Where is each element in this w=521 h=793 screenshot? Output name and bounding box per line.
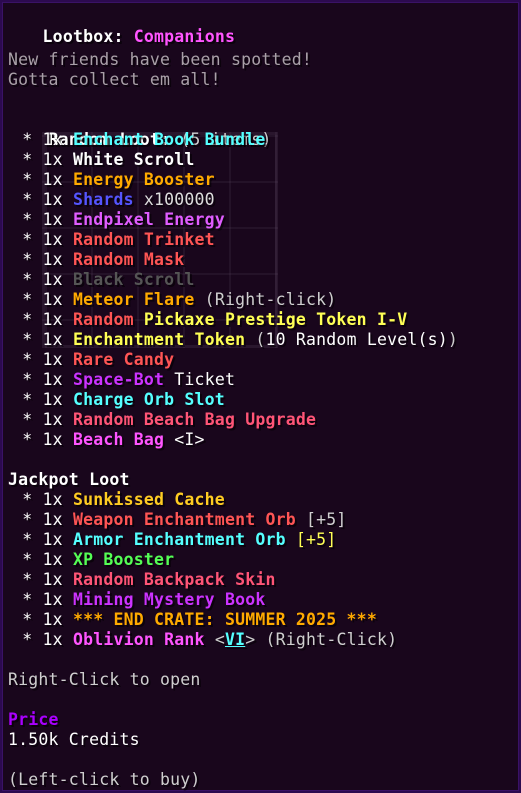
item-quantity: * 1x — [2, 410, 73, 429]
random-loot-item: * 1x Meteor Flare (Right-click) — [2, 290, 521, 310]
item-name: Rare Candy — [72, 350, 175, 369]
item-name: Shards — [72, 190, 134, 209]
open-hint: Right-Click to open — [8, 670, 201, 689]
price-label: Price — [8, 710, 59, 729]
item-name: Sunkissed Cache — [72, 490, 225, 509]
random-loot-item: * 1x Enchantment Token (10 Random Level(… — [2, 330, 521, 350]
item-name: Random Mask — [72, 250, 185, 269]
random-loot-item: * 1x Rare Candy — [2, 350, 521, 370]
buy-hint: (Left-click to buy) — [8, 770, 201, 789]
jackpot-loot-item: * 1x Mining Mystery Book — [2, 590, 521, 610]
item-name: Random Trinket — [72, 230, 215, 249]
title-prefix: Lootbox: — [42, 27, 134, 46]
description-line-1: New friends have been spotted! — [8, 50, 313, 69]
jackpot-loot-item: * 1x Weapon Enchantment Orb [+5] — [2, 510, 521, 530]
item-suffix: x100000 — [133, 190, 215, 209]
random-loot-item: * 1x Endpixel Energy — [2, 210, 521, 230]
item-name: Armor Enchantment Orb — [72, 530, 286, 549]
item-name: Meteor Flare — [72, 290, 195, 309]
item-quantity: * 1x — [2, 530, 73, 549]
item-suffix-open: < — [204, 630, 225, 649]
jackpot-loot-item: * 1x Oblivion Rank <VI> (Right-Click) — [2, 630, 521, 650]
item-suffix: VI — [224, 630, 246, 649]
random-loot-item: * 1x Beach Bag <I> — [2, 430, 521, 450]
item-quantity: * 1x — [2, 270, 73, 289]
item-quantity: * 1x — [2, 330, 73, 349]
jackpot-loot-item: * 1x *** END CRATE: SUMMER 2025 *** — [2, 610, 521, 630]
item-name: Enchant Book Bundle — [72, 130, 266, 149]
item-quantity: * 1x — [2, 250, 73, 269]
random-loot-item: * 1x White Scroll — [2, 150, 521, 170]
random-loot-item: * 1x Random Mask — [2, 250, 521, 270]
item-quantity: * 1x — [2, 390, 73, 409]
item-quantity: * 1x — [2, 150, 73, 169]
random-loot-item: * 1x Charge Orb Slot — [2, 390, 521, 410]
item-suffix: [+5] — [295, 510, 347, 529]
item-quantity: * 1x — [2, 610, 73, 629]
item-quantity: * 1x — [2, 230, 73, 249]
jackpot-loot-item: * 1x Armor Enchantment Orb [+5] — [2, 530, 521, 550]
item-quantity: * 1x — [2, 550, 73, 569]
item-name-rest: Pickaxe Prestige Token I-V — [143, 310, 408, 329]
item-name: Oblivion Rank — [72, 630, 205, 649]
item-name: XP Booster — [72, 550, 175, 569]
item-name: Endpixel Energy — [72, 210, 225, 229]
random-loot-item: * 1x Random Beach Bag Upgrade — [2, 410, 521, 430]
item-quantity: * 1x — [2, 190, 73, 209]
item-name: Space-Bot — [72, 370, 165, 389]
item-name: Energy Booster — [72, 170, 215, 189]
item-name: Enchantment Token — [72, 330, 246, 349]
item-name: Weapon Enchantment Orb — [72, 510, 296, 529]
price-value: 1.50k Credits — [8, 730, 140, 749]
item-name: *** END CRATE: SUMMER 2025 *** — [72, 610, 377, 629]
item-suffix: <I> — [164, 430, 205, 449]
jackpot-loot-item: * 1x Sunkissed Cache — [2, 490, 521, 510]
title-name: Companions — [133, 27, 236, 46]
description-line-2: Gotta collect em all! — [8, 70, 221, 89]
item-suffix: (Right-click) — [194, 290, 337, 309]
item-quantity: * 1x — [2, 570, 73, 589]
jackpot-loot-item: * 1x XP Booster — [2, 550, 521, 570]
item-quantity: * 1x — [2, 430, 73, 449]
random-loot-item: * 1x Black Scroll — [2, 270, 521, 290]
jackpot-loot-item: * 1x Random Backpack Skin — [2, 570, 521, 590]
item-name: Random — [72, 310, 144, 329]
item-name: Random Backpack Skin — [72, 570, 276, 589]
item-suffix-close: > (Right-Click) — [245, 630, 398, 649]
item-suffix: Ticket — [164, 370, 236, 389]
item-suffix-open: ( — [245, 330, 266, 349]
item-name: Beach Bag — [72, 430, 165, 449]
item-suffix-close: ) — [447, 330, 459, 349]
item-quantity: * 1x — [2, 290, 73, 309]
random-loot-item: * 1x Random Pickaxe Prestige Token I-V — [2, 310, 521, 330]
item-name: Charge Orb Slot — [72, 390, 225, 409]
item-quantity: * 1x — [2, 630, 73, 649]
lootbox-tooltip: Lootbox: Companions New friends have bee… — [0, 0, 521, 793]
item-quantity: * 1x — [2, 310, 73, 329]
item-quantity: * 1x — [2, 350, 73, 369]
item-name: Black Scroll — [72, 270, 195, 289]
item-name: White Scroll — [72, 150, 195, 169]
item-suffix: 10 Random Level(s) — [265, 330, 448, 349]
item-name: Random Beach Bag Upgrade — [72, 410, 317, 429]
item-quantity: * 1x — [2, 370, 73, 389]
item-name: Mining Mystery Book — [72, 590, 266, 609]
item-quantity: * 1x — [2, 590, 73, 609]
random-loot-item: * 1x Energy Booster — [2, 170, 521, 190]
jackpot-loot-heading: Jackpot Loot — [8, 470, 130, 489]
random-loot-item: * 1x Shards x100000 — [2, 190, 521, 210]
random-loot-item: * 1x Random Trinket — [2, 230, 521, 250]
item-quantity: * 1x — [2, 510, 73, 529]
item-quantity: * 1x — [2, 210, 73, 229]
random-loot-item: * 1x Space-Bot Ticket — [2, 370, 521, 390]
item-quantity: * 1x — [2, 170, 73, 189]
random-loot-item: * 1x Enchant Book Bundle — [2, 130, 521, 150]
item-quantity: * 1x — [2, 490, 73, 509]
item-quantity: * 1x — [2, 130, 73, 149]
item-suffix: [+5] — [285, 530, 337, 549]
